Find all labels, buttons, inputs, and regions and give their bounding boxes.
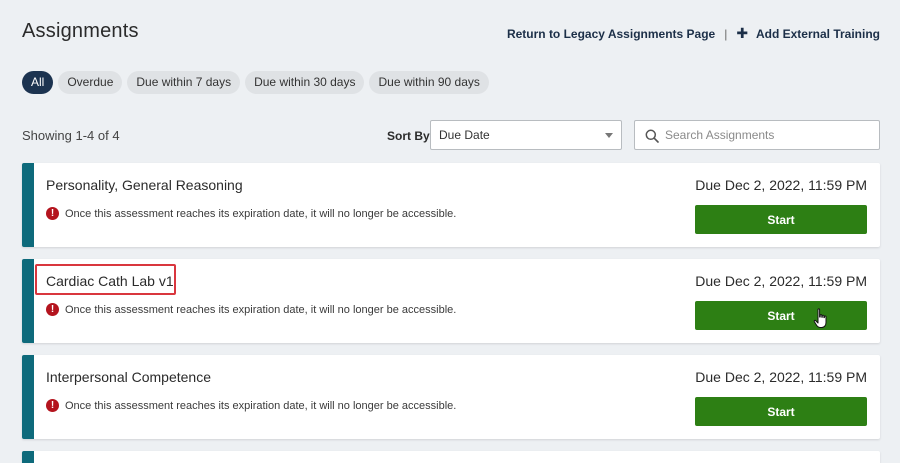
warning-text: Once this assessment reaches its expirat… (65, 303, 457, 316)
filter-all[interactable]: All (22, 71, 54, 94)
hand-pointer-icon (813, 308, 827, 328)
highlight-annotation (35, 264, 176, 295)
expiration-warning: ! Once this assessment reaches its expir… (46, 207, 456, 220)
expiration-warning: ! Once this assessment reaches its expir… (46, 399, 456, 412)
assignment-card (22, 451, 880, 463)
sort-by-label: Sort By (387, 129, 430, 143)
start-button[interactable]: Start (695, 301, 867, 330)
assignment-due-date: Due Dec 2, 2022, 11:59 PM (695, 369, 867, 385)
legacy-assignments-link[interactable]: Return to Legacy Assignments Page (507, 27, 715, 41)
add-external-training-link[interactable]: ✚ Add External Training (736, 26, 880, 41)
warning-icon: ! (46, 207, 59, 220)
assignment-title: Personality, General Reasoning (46, 177, 243, 193)
assignment-due-date: Due Dec 2, 2022, 11:59 PM (695, 177, 867, 193)
plus-icon: ✚ (736, 25, 749, 41)
chevron-down-icon (605, 133, 613, 138)
add-external-training-label: Add External Training (755, 27, 880, 41)
warning-text: Once this assessment reaches its expirat… (65, 399, 457, 412)
card-accent-bar (22, 259, 34, 343)
card-accent-bar (22, 355, 34, 439)
page-title: Assignments (22, 20, 139, 42)
sort-by-value: Due Date (439, 128, 490, 142)
expiration-warning: ! Once this assessment reaches its expir… (46, 303, 456, 316)
start-button[interactable]: Start (695, 205, 867, 234)
filter-overdue[interactable]: Overdue (58, 71, 123, 94)
search-icon (645, 129, 659, 143)
warning-icon: ! (46, 303, 59, 316)
assignment-title: Interpersonal Competence (46, 369, 211, 385)
card-accent-bar (22, 163, 34, 247)
assignment-due-date: Due Dec 2, 2022, 11:59 PM (695, 273, 867, 289)
start-button[interactable]: Start (695, 397, 867, 426)
link-separator: | (724, 26, 728, 41)
assignment-card: Personality, General Reasoning Due Dec 2… (22, 163, 880, 247)
assignment-card: Interpersonal Competence Due Dec 2, 2022… (22, 355, 880, 439)
assignments-page: Assignments Return to Legacy Assignments… (0, 0, 900, 463)
warning-text: Once this assessment reaches its expirat… (65, 207, 457, 220)
filter-due-7-days[interactable]: Due within 7 days (127, 71, 241, 94)
card-accent-bar (22, 451, 34, 463)
warning-icon: ! (46, 399, 59, 412)
filter-due-30-days[interactable]: Due within 30 days (245, 71, 365, 94)
results-count: Showing 1-4 of 4 (22, 128, 120, 143)
filter-due-90-days[interactable]: Due within 90 days (369, 71, 489, 94)
filter-pills: All Overdue Due within 7 days Due within… (22, 71, 489, 94)
sort-by-select[interactable]: Due Date (430, 120, 622, 150)
search-box (634, 120, 880, 150)
header-links: Return to Legacy Assignments Page | ✚ Ad… (507, 26, 880, 41)
search-input[interactable] (665, 121, 875, 149)
